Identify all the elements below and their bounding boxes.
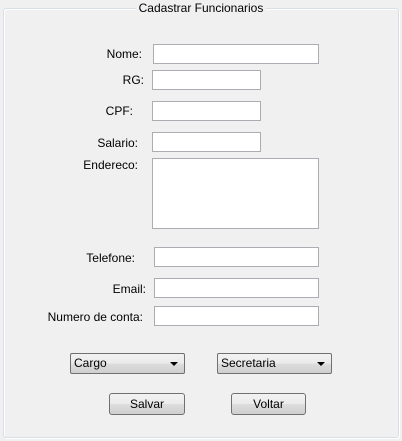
salvar-button[interactable]: Salvar (109, 393, 185, 415)
conta-label: Numero de conta: (47, 310, 143, 324)
email-field[interactable] (154, 278, 319, 298)
cpf-label: CPF: (105, 104, 133, 118)
cargo-select-value: Cargo (74, 356, 107, 370)
nome-field[interactable] (153, 44, 319, 64)
form-title: Cadastrar Funcionarios (0, 1, 402, 15)
cargo-select[interactable]: Cargo (70, 353, 185, 374)
telefone-label: Telefone: (86, 251, 135, 265)
salario-field[interactable] (152, 132, 261, 152)
chevron-down-icon (170, 362, 178, 366)
endereco-label: Endereco: (83, 158, 138, 172)
endereco-field[interactable] (152, 158, 319, 229)
setor-select[interactable]: Secretaria (217, 353, 332, 374)
cpf-field[interactable] (152, 101, 261, 121)
chevron-down-icon (317, 362, 325, 366)
voltar-button[interactable]: Voltar (231, 393, 306, 415)
rg-field[interactable] (152, 70, 261, 90)
rg-label: RG: (122, 73, 144, 87)
setor-select-value: Secretaria (221, 356, 276, 370)
email-label: Email: (112, 282, 146, 296)
salario-label: Salario: (97, 136, 138, 150)
nome-label: Nome: (106, 47, 142, 61)
telefone-field[interactable] (154, 247, 319, 267)
conta-field[interactable] (154, 306, 319, 326)
